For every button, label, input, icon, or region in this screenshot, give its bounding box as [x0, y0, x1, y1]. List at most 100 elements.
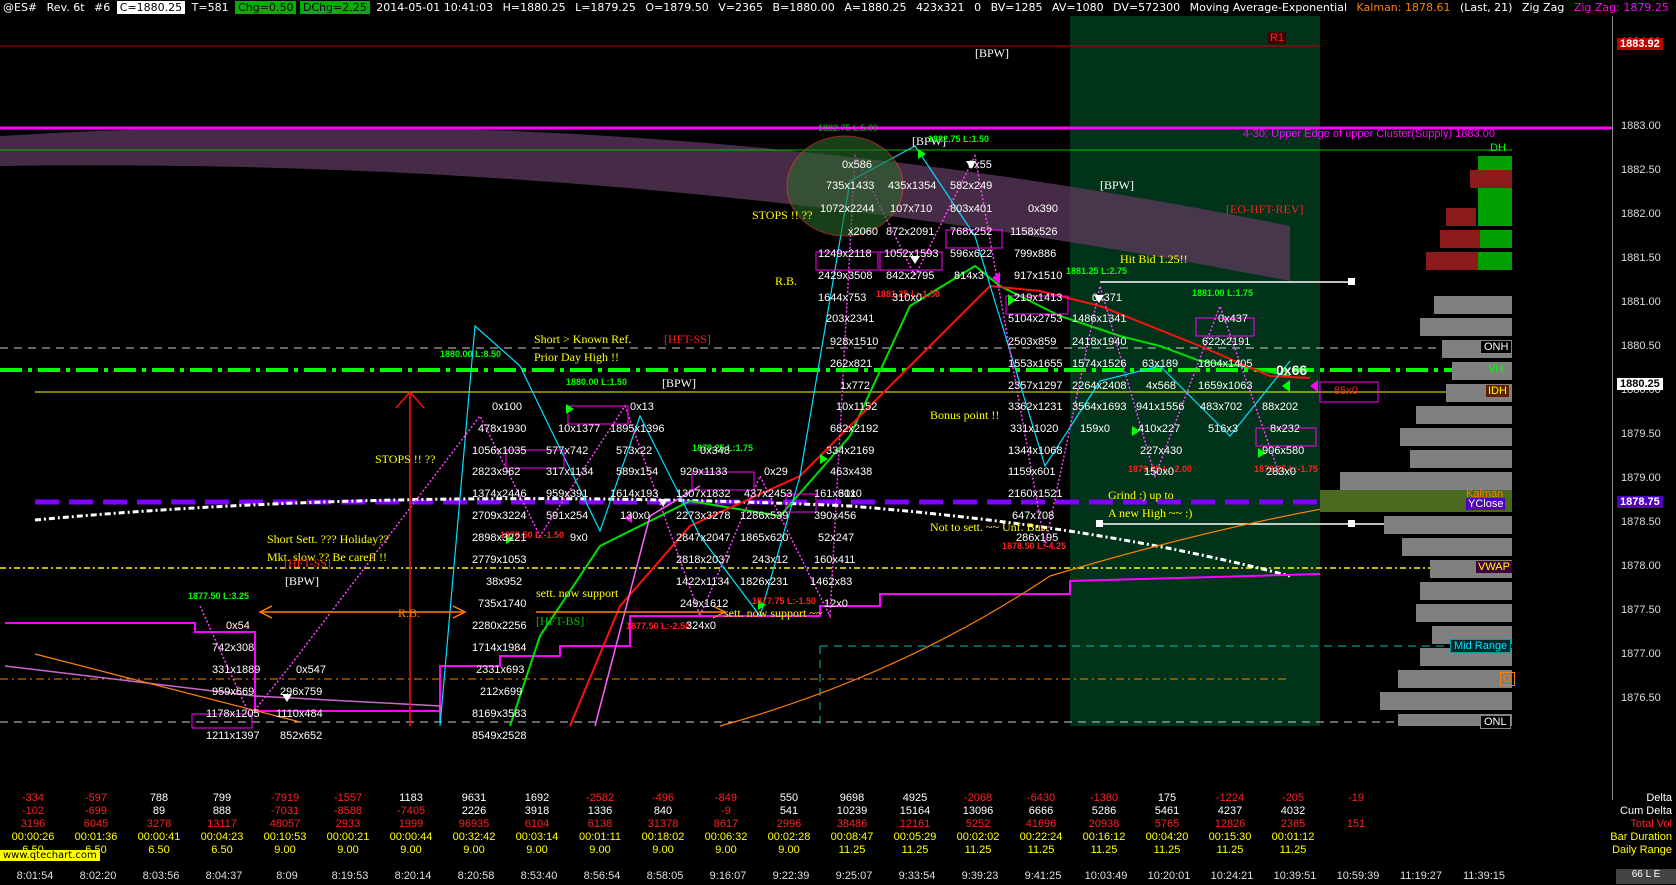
footprint-cell: 0x547	[296, 664, 326, 676]
footprint-cell: 959x391	[546, 488, 589, 500]
summary-cell: 9.00	[526, 844, 548, 856]
zigzag-value-label[interactable]: Zig Zag: 1879.25	[1571, 1, 1672, 14]
footprint-cell: 1462x83	[810, 576, 853, 588]
time-axis[interactable]: 8:01:54 8:02:20 8:03:56 8:04:37 8:09 8:19:53 8…	[0, 869, 1676, 885]
box-85x0-label: 85x0	[1334, 385, 1358, 397]
zz-label: 1880.00 L:1.50	[566, 377, 628, 387]
footprint-cell: 5104x2753	[1008, 313, 1063, 325]
summary-cell: 1336	[587, 805, 613, 817]
footprint-cell: 324x0	[686, 620, 716, 632]
symbol-label[interactable]: @ES#	[0, 1, 40, 14]
footprint-cell: 212x699	[480, 686, 523, 698]
price-tick: 1877.00	[1621, 648, 1661, 660]
footprint-cell: 2357x1297	[1008, 380, 1063, 392]
watermark: www.qtechart.com	[0, 850, 100, 861]
chart-area[interactable]: R1 [BPW] [BPW] [BPW] [BPW] [BPW] 4-30: U…	[0, 16, 1612, 800]
dh-label: DH	[1490, 142, 1506, 154]
footprint-cell: 262x821	[830, 358, 873, 370]
summary-cell: 12161	[899, 818, 931, 830]
summary-cell: 840	[653, 805, 673, 817]
footprint-cell: 227x430	[1140, 445, 1183, 457]
footprint-cell: 814x3	[954, 270, 984, 282]
price-tick: 1881.00	[1621, 296, 1661, 308]
footprint-cell: 742x308	[212, 642, 255, 654]
footprint-cell: 331x1020	[1010, 423, 1059, 435]
summary-cell: 00:00:21	[326, 831, 370, 843]
summary-row: -334 -597 788 799 -7919 -1557 1183 9631 1692 -258…	[0, 792, 1676, 806]
footprint-cell: 390x456	[814, 510, 857, 522]
footprint-cell: 0x371	[1092, 292, 1122, 304]
summary-cell: -2068	[963, 792, 993, 804]
summary-cell: -2582	[585, 792, 615, 804]
price-tick: 1880.50	[1621, 340, 1661, 352]
upper-edge-label: 4-30: Upper Edge of upper Cluster(Supply…	[1243, 128, 1495, 140]
zigzag-study-label[interactable]: Zig Zag	[1519, 1, 1567, 14]
summary-cell: -19	[1348, 792, 1364, 804]
zz-label: 1877.50 L:-2.50	[626, 621, 691, 631]
summary-cell: -1380	[1089, 792, 1119, 804]
footprint-cell: 1714x1984	[472, 642, 527, 654]
footprint-cell: 0x348	[700, 445, 730, 457]
last-label: (Last, 21)	[1459, 1, 1513, 14]
footprint-cell: 130x0	[620, 510, 650, 522]
summary-cell: 00:00:41	[137, 831, 181, 843]
footprint-cell: 10x1152	[836, 401, 878, 413]
summary-cell: -496	[651, 792, 675, 804]
kalman-study-label[interactable]: Kalman: 1878.61	[1354, 1, 1454, 14]
summary-cell: -6430	[1026, 792, 1056, 804]
footprint-cell: 735x1433	[826, 180, 875, 192]
hft-ss-label-2: [HFT-SS]	[284, 556, 331, 570]
footprint-cell: 2264x2408	[1072, 380, 1127, 392]
footprint-cell: 283x0	[1266, 466, 1296, 478]
bpw-label-3: [BPW]	[1100, 178, 1134, 192]
summary-cell: 175	[1157, 792, 1177, 804]
av-label: AV=1080	[1052, 1, 1104, 14]
summary-cell: 1999	[398, 818, 424, 830]
ma-study-label[interactable]: Moving Average-Exponential	[1187, 1, 1350, 14]
summary-cell: 00:04:23	[200, 831, 244, 843]
r1-label: R1	[1268, 32, 1287, 44]
summary-cell: 4925	[902, 792, 928, 804]
footprint-cell: 1159x601	[1008, 466, 1056, 478]
footprint-cell: 735x1740	[478, 598, 527, 610]
yclose-label: YClose	[1466, 498, 1506, 510]
time-tick: 9:22:39	[772, 870, 810, 882]
summary-row-label: Cum Delta	[1620, 805, 1672, 817]
summary-cell: -9	[721, 805, 731, 817]
summary-cell: 6666	[1028, 805, 1054, 817]
grind-marker[interactable]	[1348, 520, 1355, 527]
footprint-cell: 1486x1341	[1072, 313, 1127, 325]
summary-cell: -699	[84, 805, 108, 817]
summary-cell: 541	[779, 805, 799, 817]
price-tick: 1878.50	[1621, 516, 1661, 528]
price-axis[interactable]: 1884.001883.001882.501882.001881.501881.…	[1612, 16, 1676, 800]
footprint-cell: 483x702	[1200, 401, 1243, 413]
stops-label-1: STOPS !! ??	[752, 208, 813, 222]
footprint-cell: 12x0	[824, 598, 848, 610]
footprint-cell: 0x55	[968, 159, 992, 171]
footprint-cell: 929x1133	[680, 466, 728, 478]
r1-price-tag: 1883.92	[1617, 38, 1663, 50]
footprint-cell: 1307x1832	[676, 488, 731, 500]
summary-cell: 2365	[1280, 818, 1306, 830]
hit-bid-marker[interactable]	[1348, 278, 1355, 285]
summary-cell: 2996	[776, 818, 802, 830]
summary-cell: 15164	[899, 805, 931, 817]
volume-label: V=2365	[718, 1, 764, 14]
footprint-cell: 296x759	[280, 686, 323, 698]
summary-cell: -7405	[396, 805, 426, 817]
footprint-cell: 582x249	[950, 180, 993, 192]
revision-label: Rev. 6t	[46, 1, 85, 14]
footprint-cell: 906x580	[1262, 445, 1305, 457]
time-tick: 8:20:58	[457, 870, 495, 882]
footprint-cell: 2779x1053	[472, 554, 527, 566]
footprint-cell: 52x247	[818, 532, 855, 544]
time-tick: 8:01:54	[16, 870, 54, 882]
price-tick: 1876.50	[1621, 692, 1661, 704]
footprint-cell: 622x2191	[1202, 336, 1251, 348]
grind-start-marker[interactable]	[1096, 520, 1103, 527]
footprint-cell: 0x390	[1028, 203, 1058, 215]
zz-label: 1877.75 L:-1.50	[752, 596, 817, 606]
summary-cell: 788	[149, 792, 169, 804]
footprint-cell: 1072x2244	[820, 203, 875, 215]
